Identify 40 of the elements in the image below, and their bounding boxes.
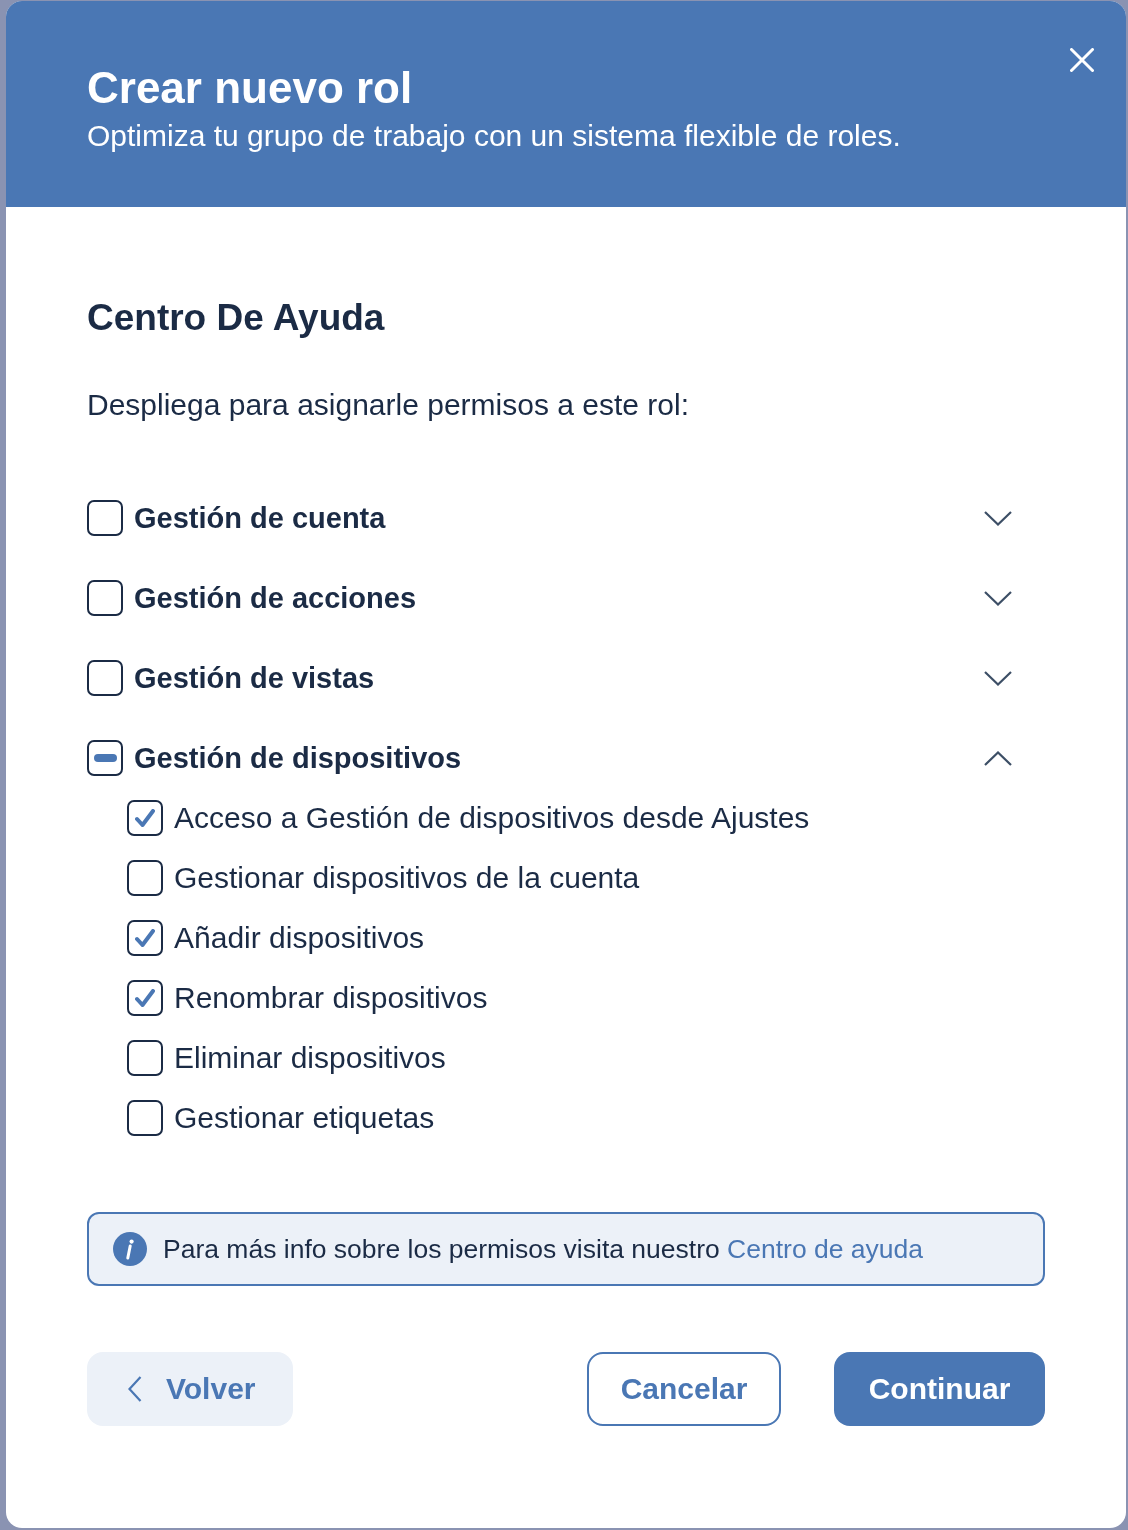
checkbox[interactable] xyxy=(87,500,123,536)
checkbox[interactable] xyxy=(127,860,163,896)
checkbox[interactable] xyxy=(87,740,123,776)
checkbox[interactable] xyxy=(127,920,163,956)
dialog-title: Crear nuevo rol xyxy=(87,62,414,114)
chevron-left-icon xyxy=(128,1376,142,1402)
section-title: Centro De Ayuda xyxy=(87,296,386,340)
chevron-down-icon[interactable] xyxy=(984,510,1012,526)
permission-label[interactable]: Gestionar etiquetas xyxy=(174,1101,435,1135)
permission-group-label[interactable]: Gestión de dispositivos xyxy=(134,741,462,775)
dialog-subtitle: Optimiza tu grupo de trabajo con un sistema flexible de roles. xyxy=(87,118,901,154)
cancel-button[interactable]: Cancelar xyxy=(587,1352,781,1426)
checkbox[interactable] xyxy=(87,660,123,696)
minus-icon xyxy=(93,754,117,762)
permission-label[interactable]: Acceso a Gestión de dispositivos desde Ajustes xyxy=(174,801,810,835)
permission-label[interactable]: Añadir dispositivos xyxy=(174,921,425,955)
checkbox[interactable] xyxy=(127,800,163,836)
checkmark-icon xyxy=(135,989,155,1007)
permission-group-label[interactable]: Gestión de vistas xyxy=(134,661,375,695)
close-icon[interactable] xyxy=(1070,48,1094,72)
permission-label[interactable]: Eliminar dispositivos xyxy=(174,1041,446,1075)
chevron-up-icon[interactable] xyxy=(984,750,1012,766)
checkbox[interactable] xyxy=(87,580,123,616)
permission-group-label[interactable]: Gestión de acciones xyxy=(134,581,417,615)
checkmark-icon xyxy=(135,809,155,827)
checkmark-icon xyxy=(135,929,155,947)
checkbox[interactable] xyxy=(127,1040,163,1076)
continue-button[interactable]: Continuar xyxy=(834,1352,1045,1426)
back-button[interactable]: Volver xyxy=(87,1352,293,1426)
instruction-text: Despliega para asignarle permisos a este rol: xyxy=(87,387,690,423)
chevron-down-icon[interactable] xyxy=(984,670,1012,686)
permission-label[interactable]: Renombrar dispositivos xyxy=(174,981,488,1015)
checkbox[interactable] xyxy=(127,1100,163,1136)
checkbox[interactable] xyxy=(127,980,163,1016)
permission-group-label[interactable]: Gestión de cuenta xyxy=(134,501,386,535)
info-text: Para más info sobre los permisos visita nuestro Centro de ayuda xyxy=(163,1233,924,1265)
help-center-link[interactable]: Centro de ayuda xyxy=(727,1234,924,1264)
info-icon xyxy=(113,1232,147,1266)
chevron-down-icon[interactable] xyxy=(984,590,1012,606)
permission-label[interactable]: Gestionar dispositivos de la cuenta xyxy=(174,861,640,895)
